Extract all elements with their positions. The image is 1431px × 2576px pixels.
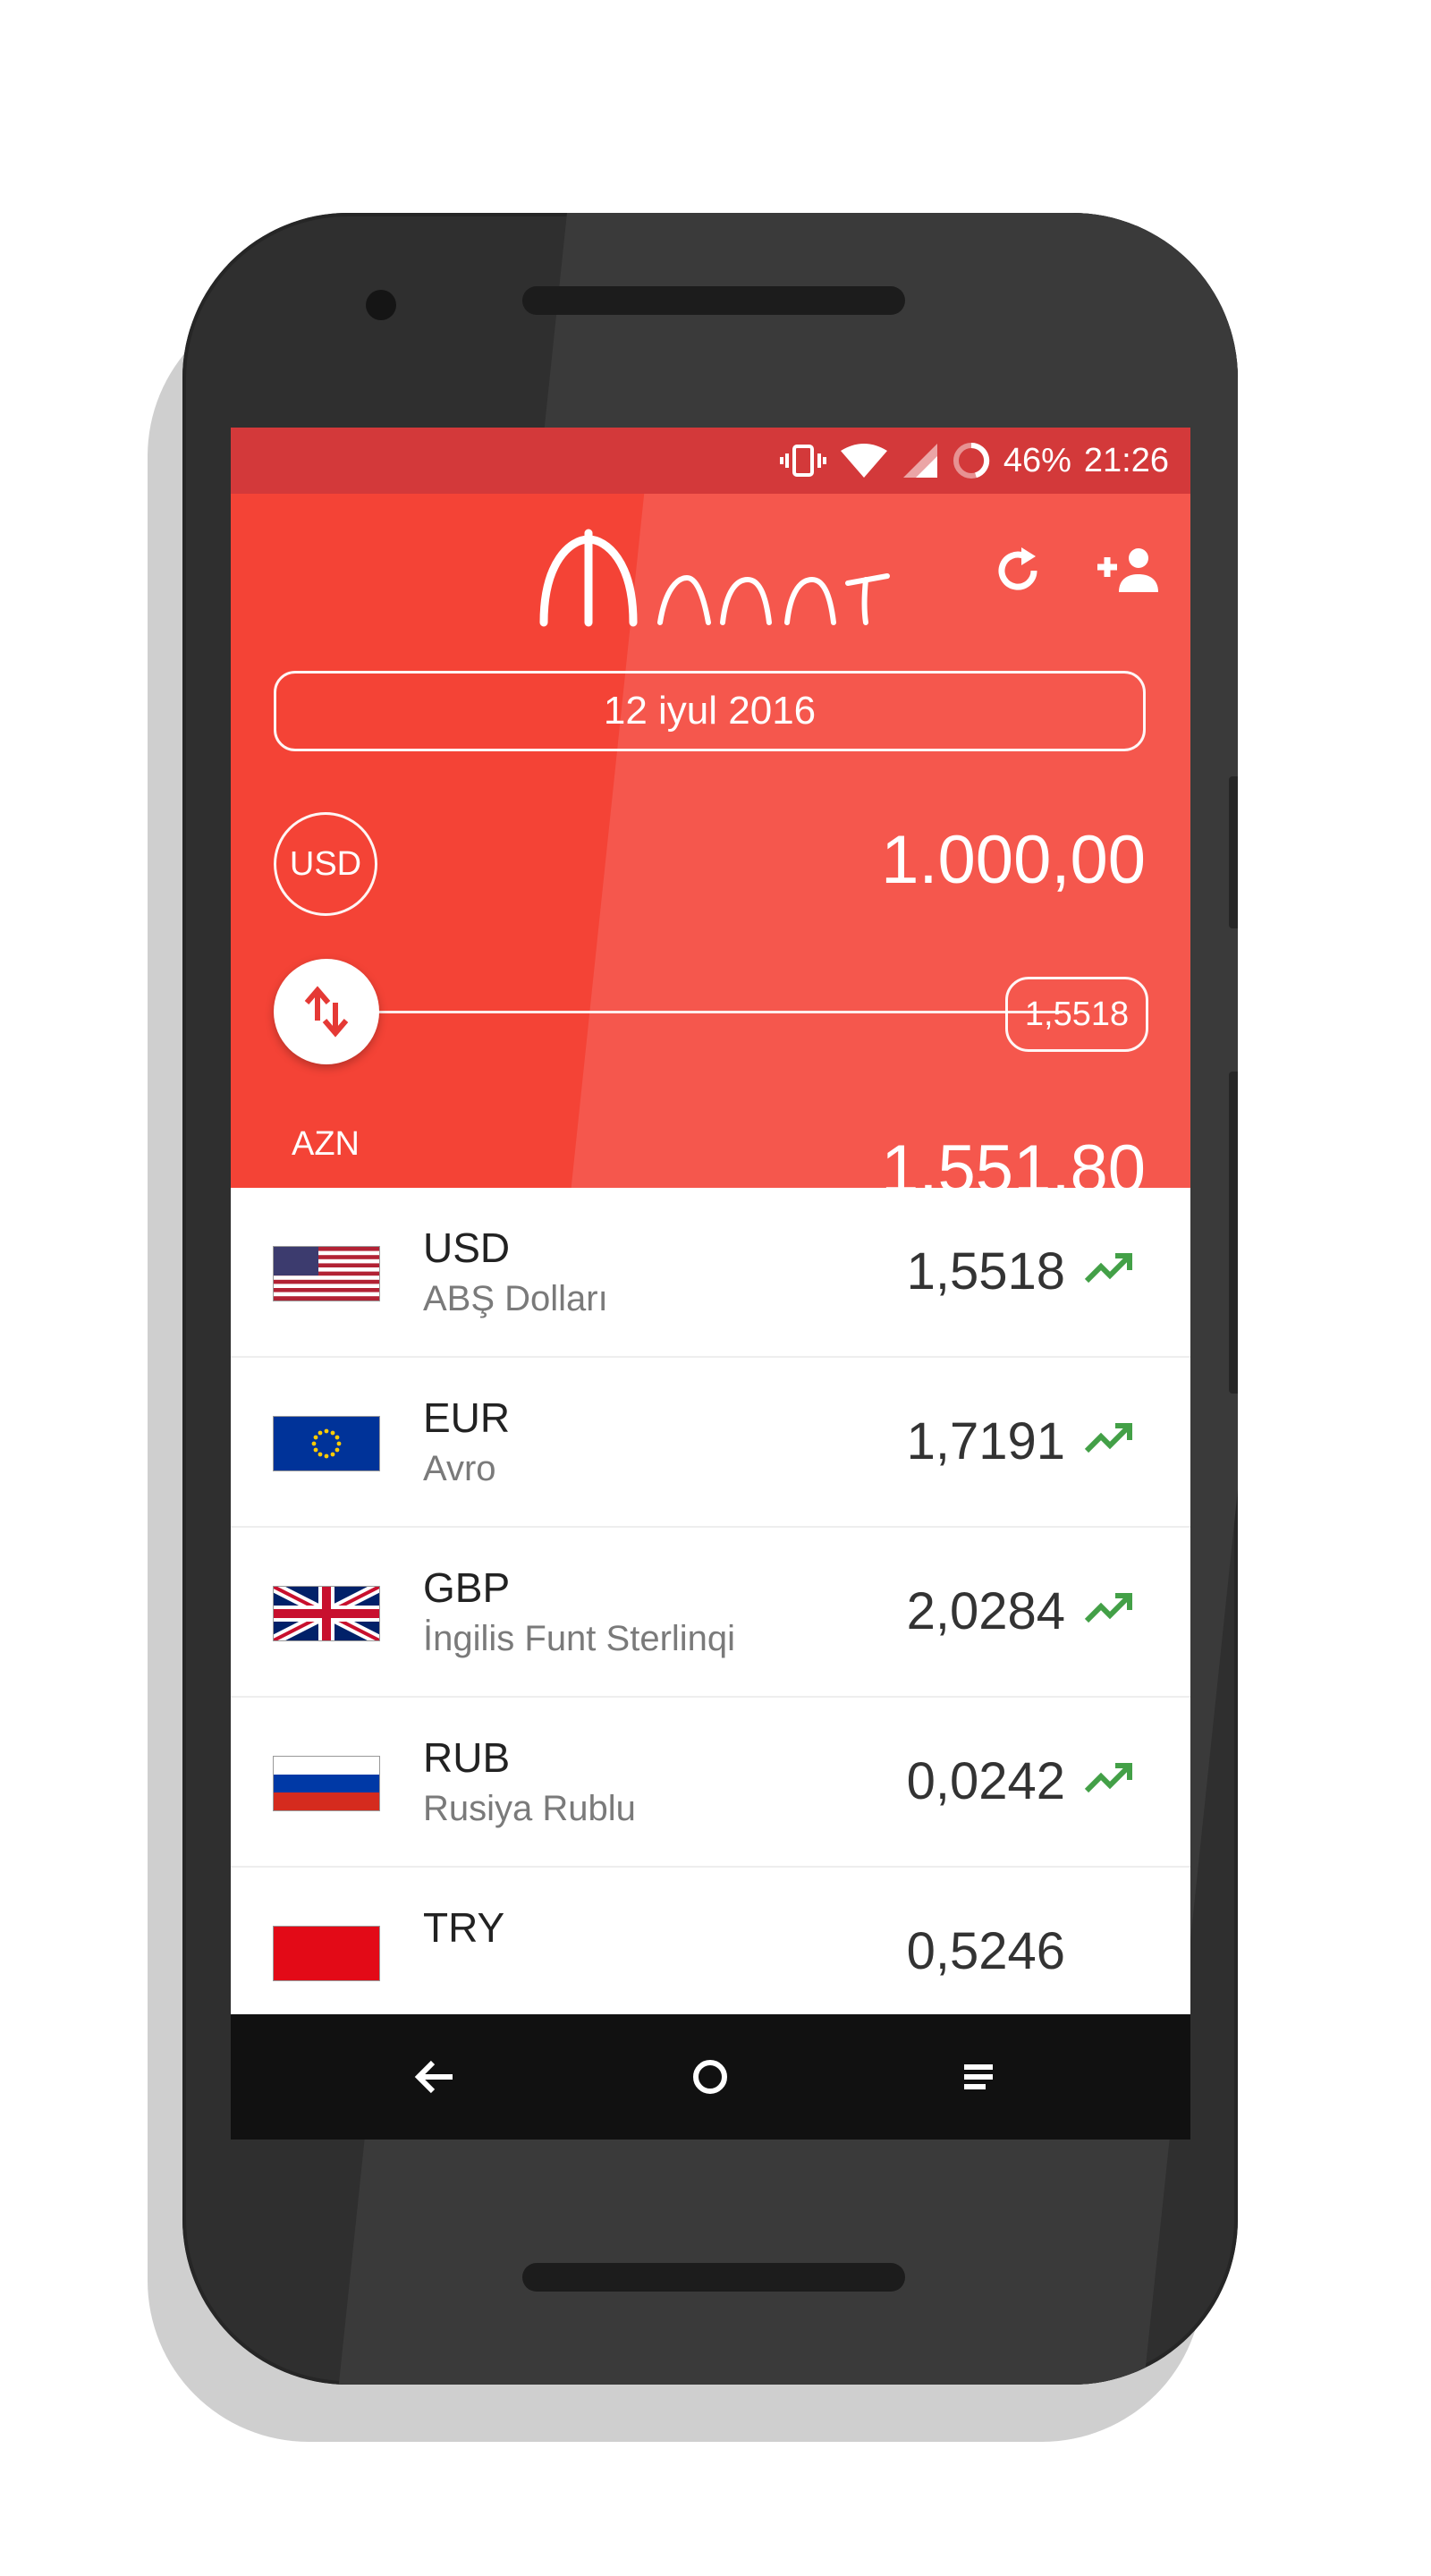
battery-ring-icon — [952, 441, 991, 480]
uk-flag-icon — [274, 1587, 379, 1640]
currency-code: RUB — [423, 1734, 511, 1781]
currency-row-rub[interactable]: RUB Rusiya Rublu 0,0242 — [231, 1698, 1190, 1868]
trending-up-icon — [1084, 1253, 1132, 1284]
add-user-button[interactable] — [1089, 530, 1170, 611]
volume-button — [1229, 776, 1238, 928]
app-logo — [535, 526, 893, 633]
currency-row-gbp[interactable]: GBP İngilis Funt Sterlinqi 2,0284 — [231, 1528, 1190, 1698]
date-selector[interactable]: 12 iyul 2016 — [274, 671, 1146, 751]
trending-up-icon — [1084, 1593, 1132, 1623]
menu-button[interactable] — [943, 2041, 1014, 2113]
navigation-bar — [231, 2014, 1190, 2140]
ru-flag-icon — [274, 1757, 379, 1810]
vibrate-icon — [779, 443, 826, 479]
currency-code: GBP — [423, 1564, 511, 1611]
to-currency-label[interactable]: AZN — [274, 1125, 377, 1164]
converter-header: 46% 21:26 12 iyul 2016 USD 1.000,00 1,55… — [231, 428, 1190, 1188]
exchange-rate-badge[interactable]: 1,5518 — [1005, 977, 1148, 1052]
home-circle-icon — [693, 2060, 727, 2094]
bottom-speaker — [522, 2263, 905, 2292]
power-button — [1229, 1072, 1238, 1394]
swap-button[interactable] — [274, 959, 379, 1064]
currency-name: İngilis Funt Sterlinqi — [423, 1619, 736, 1658]
signal-icon — [902, 442, 939, 479]
currency-rate: 0,5246 — [906, 1922, 1065, 1980]
refresh-icon — [998, 547, 1037, 590]
currency-name: Avro — [423, 1449, 496, 1488]
to-amount: 1.551,80 — [881, 1131, 1146, 1188]
home-button[interactable] — [674, 2041, 746, 2113]
eu-flag-icon — [274, 1417, 379, 1470]
trending-up-icon — [1084, 1423, 1132, 1453]
currency-rate: 1,5518 — [906, 1242, 1065, 1301]
menu-icon — [964, 2064, 993, 2089]
currency-row-eur[interactable]: EUR Avro 1,7191 — [231, 1358, 1190, 1528]
currency-code: USD — [423, 1224, 511, 1271]
trending-up-icon — [1084, 1763, 1132, 1793]
status-bar: 46% 21:26 — [231, 428, 1190, 494]
refresh-button[interactable] — [978, 530, 1058, 611]
back-arrow-icon — [414, 2060, 453, 2094]
from-currency-selector[interactable]: USD — [274, 812, 377, 916]
wifi-icon — [839, 442, 889, 479]
back-button[interactable] — [399, 2041, 470, 2113]
currency-name: ABŞ Dolları — [423, 1279, 608, 1318]
swap-arrows-icon — [304, 986, 349, 1038]
top-speaker — [522, 286, 905, 315]
from-amount[interactable]: 1.000,00 — [881, 821, 1146, 899]
currency-rate: 0,0242 — [906, 1752, 1065, 1810]
currency-row-usd[interactable]: USD ABŞ Dolları 1,5518 — [231, 1188, 1190, 1358]
front-camera — [366, 290, 396, 320]
currency-rate: 2,0284 — [906, 1582, 1065, 1640]
battery-percent: 46% — [1003, 441, 1071, 479]
app-screen: 46% 21:26 12 iyul 2016 USD 1.000,00 1,55… — [231, 428, 1190, 2140]
currency-code: TRY — [423, 1904, 505, 1951]
clock: 21:26 — [1083, 441, 1169, 479]
currency-name: Rusiya Rublu — [423, 1789, 636, 1828]
currency-code: EUR — [423, 1394, 511, 1441]
person-add-icon — [1097, 548, 1158, 592]
rate-divider — [365, 1011, 1063, 1013]
currency-row-try[interactable]: TRY 0,5246 — [231, 1868, 1190, 2038]
currency-list: USD ABŞ Dolları 1,5518 EUR Avro 1,7191 G… — [231, 1188, 1190, 2038]
tr-flag-icon — [274, 1927, 379, 1980]
currency-rate: 1,7191 — [906, 1412, 1065, 1470]
phone-frame: 46% 21:26 12 iyul 2016 USD 1.000,00 1,55… — [182, 213, 1238, 2385]
us-flag-icon — [274, 1247, 379, 1301]
